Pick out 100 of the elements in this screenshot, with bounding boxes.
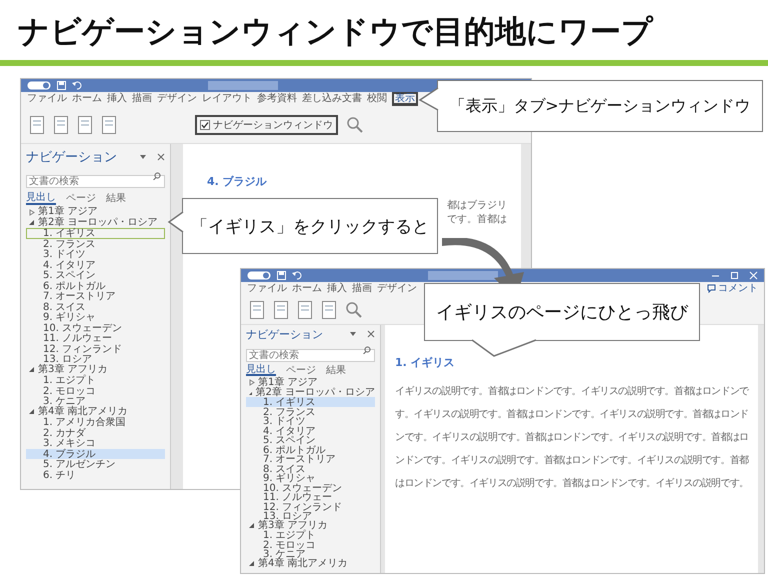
heading-item[interactable]: 6. チリ [26,470,165,480]
expanded-caret-icon[interactable] [248,560,255,567]
save-icon[interactable] [57,81,66,90]
heading-item[interactable]: 8. スイス [26,302,165,312]
comment-button[interactable]: コメント [707,282,758,294]
heading-item[interactable]: 1. エジプト [246,530,375,540]
dropdown-icon[interactable] [139,153,147,161]
heading-item[interactable]: 13. ロシア [26,354,165,364]
heading-item[interactable]: 6. ポルトガル [26,280,165,291]
heading-item[interactable]: 2. モロッコ [246,540,375,549]
search-field[interactable] [428,271,498,280]
search-icon[interactable] [153,172,161,180]
heading-item[interactable]: 第4章 南北アメリカ [258,558,348,568]
heading-item[interactable]: 12. フィンランド [26,344,165,354]
ribbon-tab[interactable]: デザイン [377,282,417,294]
heading-item[interactable]: 2. フランス [26,238,165,249]
magnifier-icon[interactable] [345,300,363,318]
heading-item[interactable]: 8. スイス [246,464,375,473]
heading-item[interactable]: 6. ポルトガル [246,444,375,454]
heading-item[interactable]: 7. オーストリア [26,291,165,302]
page-icon[interactable] [101,114,117,134]
heading-item[interactable]: 第3章 アフリカ [38,364,108,375]
toggle-icon[interactable] [27,81,51,90]
heading-item[interactable]: 第4章 南北アメリカ [38,406,128,417]
heading-item[interactable]: 1. イギリス [26,228,165,238]
heading-item[interactable]: 11. ノルウェー [26,333,165,344]
page-icon[interactable] [77,114,93,134]
heading-item[interactable]: 10. スウェーデン [246,482,375,492]
heading-item[interactable]: 1. イギリス [246,397,375,406]
heading-item[interactable]: 第1章 アジア [258,378,318,388]
heading-item[interactable]: 1. アメリカ合衆国 [26,417,165,428]
ribbon-tab[interactable]: ファイル [27,93,67,105]
search-icon[interactable] [363,346,371,354]
heading-item[interactable]: 5. スペイン [26,270,165,280]
magnifier-icon[interactable] [346,116,364,134]
search-field[interactable] [208,81,278,90]
pane-tab[interactable]: 結果 [326,364,346,376]
ribbon-tab[interactable]: 差し込み文書 [302,93,362,105]
heading-item[interactable]: 4. イタリア [26,260,165,270]
ribbon-tab[interactable]: 参考資料 [257,93,297,105]
heading-item[interactable]: 9. ギリシャ [26,312,165,322]
ribbon-tab[interactable]: 挿入 [327,282,347,294]
toggle-icon[interactable] [247,271,271,280]
heading-item[interactable]: 第2章 ヨーロッパ・ロシア [255,388,375,397]
collapsed-caret-icon[interactable] [28,208,35,216]
heading-item[interactable]: 2. モロッコ [26,386,165,396]
undo-icon[interactable] [72,81,82,90]
page-icon[interactable] [29,114,45,134]
ribbon-tab[interactable]: 描画 [352,282,372,294]
pane-tab[interactable]: ページ [66,191,96,205]
expanded-caret-icon[interactable] [28,219,35,226]
expanded-caret-icon[interactable] [248,522,255,529]
pane-tab[interactable]: ページ [286,364,316,376]
heading-item[interactable]: 11. ノルウェー [246,492,375,502]
heading-item[interactable]: 3. ドイツ [26,249,165,260]
undo-icon[interactable] [292,271,302,280]
pane-tab[interactable]: 見出し [26,191,56,205]
heading-item[interactable]: 9. ギリシャ [246,473,375,482]
collapsed-caret-icon[interactable] [248,379,255,386]
heading-item[interactable]: 3. メキシコ [26,438,165,448]
page-icon[interactable] [321,300,337,320]
heading-item[interactable]: 第2章 ヨーロッパ・ロシア [38,218,158,228]
ribbon-tab[interactable]: 校閲 [367,93,387,105]
expanded-caret-icon[interactable] [28,366,35,374]
heading-item[interactable]: 4. ブラジル [26,448,165,459]
ribbon-tab[interactable]: 描画 [132,93,152,105]
navigation-pane-checkbox[interactable]: ナビゲーションウィンドウ [195,114,338,134]
save-icon[interactable] [277,271,286,280]
dropdown-icon[interactable] [349,330,357,338]
heading-item[interactable]: 12. フィンランド [246,502,375,511]
heading-item[interactable]: 3. ケニア [26,396,165,406]
pane-tab[interactable]: 結果 [106,191,126,205]
ribbon-tab[interactable]: ホーム [72,93,102,105]
heading-item[interactable]: 3. ドイツ [246,416,375,426]
page-icon[interactable] [53,114,69,134]
ribbon-tab[interactable]: 挿入 [107,93,127,105]
close-icon[interactable] [367,330,375,338]
ribbon-tab[interactable]: ファイル [247,282,287,294]
heading-item[interactable]: 7. オーストリア [246,454,375,464]
ribbon-tab[interactable]: ホーム [292,282,322,294]
heading-item[interactable]: 4. イタリア [246,426,375,435]
heading-item[interactable]: 5. スペイン [246,435,375,444]
heading-item[interactable]: 1. エジプト [26,375,165,386]
heading-item[interactable]: 13. ロシア [246,511,375,520]
heading-item[interactable]: 2. カナダ [26,428,165,438]
heading-item[interactable]: 第1章 アジア [38,207,98,218]
ribbon-tab[interactable]: レイアウト [202,93,252,105]
heading-item[interactable]: 3. ケニア [246,549,375,558]
heading-item[interactable]: 5. アルゼンチン [26,459,165,470]
pane-tab[interactable]: 見出し [246,364,276,376]
close-icon[interactable] [157,153,165,161]
heading-item[interactable]: 2. フランス [246,406,375,416]
page-icon[interactable] [249,300,265,320]
heading-item[interactable]: 第3章 アフリカ [258,520,328,530]
ribbon-tab[interactable]: 表示 [392,92,418,106]
heading-item[interactable]: 10. スウェーデン [26,322,165,333]
page-icon[interactable] [297,300,313,320]
ribbon-tab[interactable]: デザイン [157,93,197,105]
maximize-icon[interactable] [730,271,739,280]
expanded-caret-icon[interactable] [28,408,35,416]
